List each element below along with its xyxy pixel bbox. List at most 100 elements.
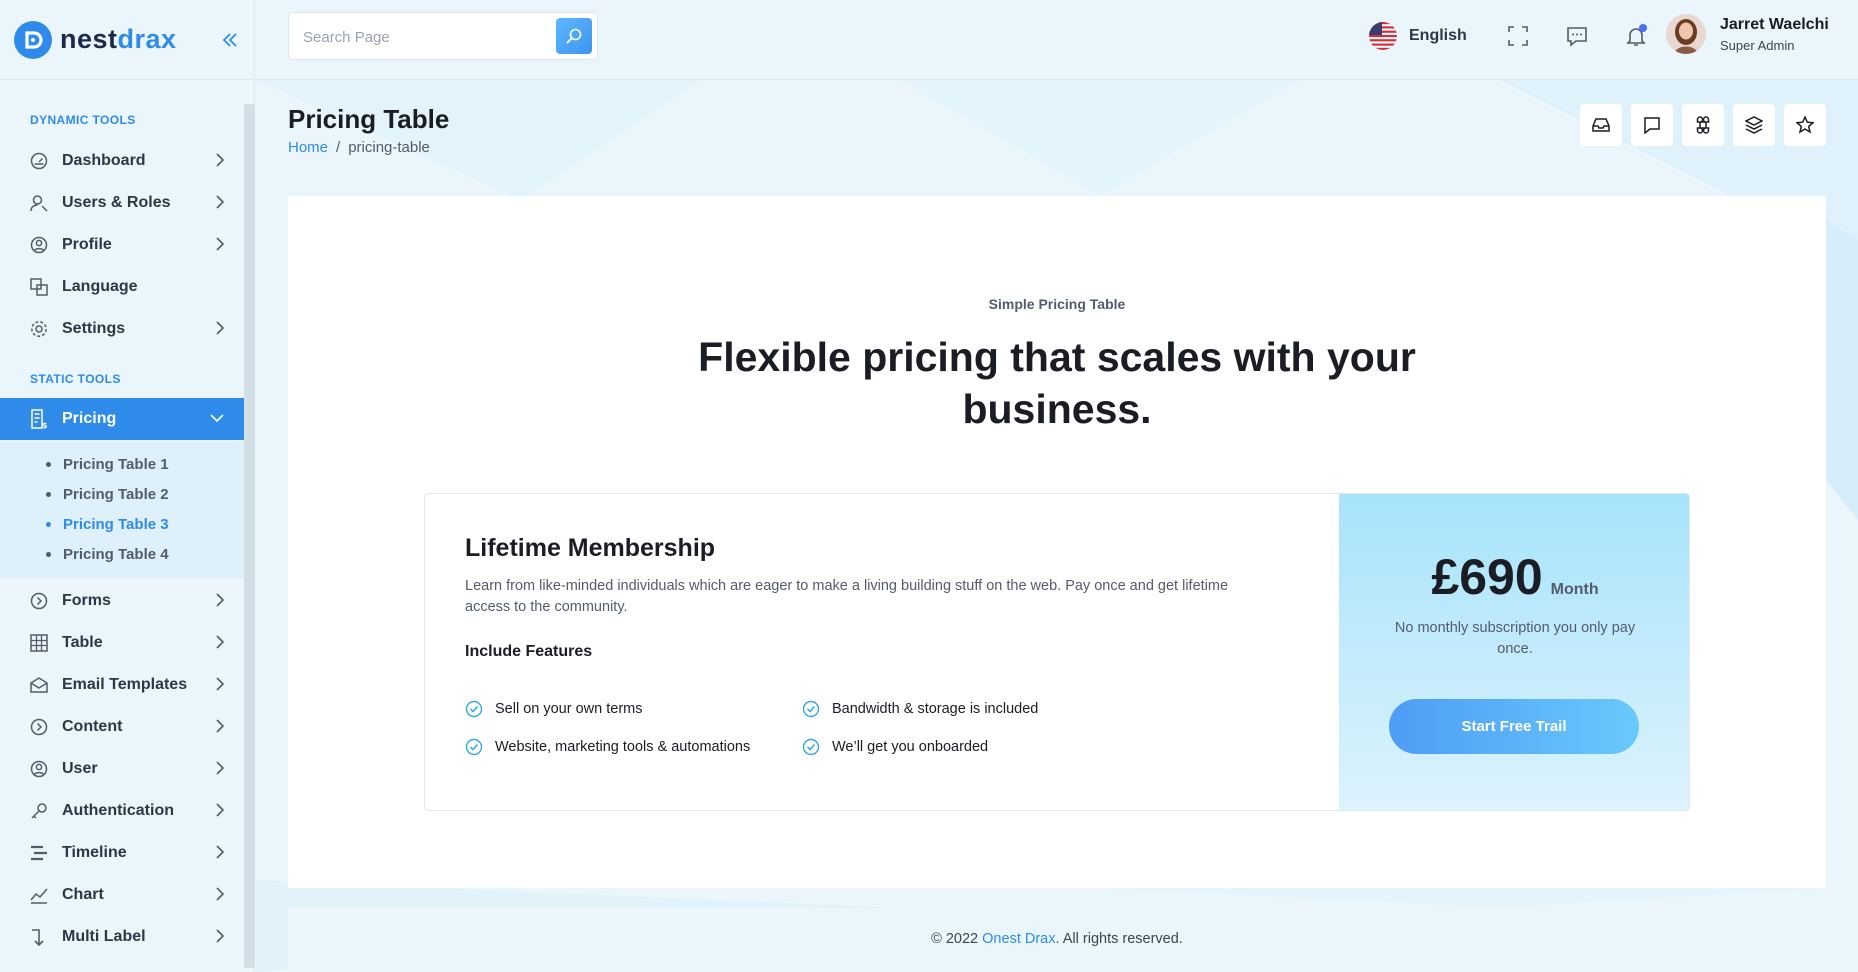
sidebar-item-content[interactable]: Content	[0, 706, 244, 748]
sidebar-item-forms[interactable]: Forms	[0, 580, 244, 622]
sidebar-item-label: Content	[62, 718, 123, 735]
chevron-circle-icon	[28, 716, 50, 738]
sidebar-item-label: Pricing	[62, 410, 117, 427]
features-title: Include Features	[465, 643, 593, 660]
chevron-right-icon	[216, 195, 224, 209]
plan-description: Learn from like-minded individuals which…	[465, 578, 1229, 615]
collapse-sidebar-button[interactable]	[220, 28, 240, 52]
chart-icon	[28, 884, 50, 906]
sidebar-item-dashboard[interactable]: Dashboard	[0, 140, 244, 182]
chevron-right-icon	[216, 719, 224, 733]
price-period: Month	[1550, 581, 1599, 598]
sidebar-item-profile[interactable]: Profile	[0, 224, 244, 266]
sidebar-item-table[interactable]: Table	[0, 622, 244, 664]
sidebar-item-settings[interactable]: Settings	[0, 308, 244, 350]
inbox-button[interactable]	[1580, 104, 1622, 146]
feature-item: Website, marketing tools & automations	[465, 738, 750, 756]
gear-icon	[28, 318, 50, 340]
feature-item: Bandwidth & storage is included	[802, 700, 1038, 718]
language-selector[interactable]: English	[1369, 22, 1467, 50]
search-input[interactable]	[303, 25, 543, 49]
sidebar-item-label: Users & Roles	[62, 194, 171, 211]
star-icon	[1796, 116, 1814, 134]
breadcrumb-home-link[interactable]: Home	[288, 139, 328, 156]
pricing-card: Simple Pricing Table Flexible pricing th…	[288, 196, 1826, 888]
sidebar-item-email-templates[interactable]: Email Templates	[0, 664, 244, 706]
comment-button[interactable]	[1631, 104, 1673, 146]
comment-icon	[1644, 117, 1660, 134]
plan-details: Lifetime Membership Learn from like-mind…	[425, 494, 1339, 810]
notifications-button[interactable]	[1622, 22, 1650, 50]
double-chevron-left-icon	[222, 33, 237, 47]
topbar: English Jarret Waelchi Super Admin	[256, 0, 1858, 80]
sidebar: nestdrax DYNAMIC TOOLS Dashboard Users &…	[0, 0, 255, 972]
feature-item: We’ll get you onboarded	[802, 738, 988, 756]
sidebar-item-timeline[interactable]: Timeline	[0, 832, 244, 874]
price-note: No monthly subscription you only pay onc…	[1394, 620, 1636, 657]
layers-button[interactable]	[1733, 104, 1775, 146]
start-free-trial-button[interactable]: Start Free Trail	[1389, 699, 1639, 754]
favorite-button[interactable]	[1784, 104, 1826, 146]
fullscreen-button[interactable]	[1504, 22, 1532, 50]
chevron-right-icon	[216, 677, 224, 691]
language-label: English	[1409, 27, 1467, 44]
page-title: Pricing Table	[288, 104, 450, 134]
sidebar-item-users-roles[interactable]: Users & Roles	[0, 182, 244, 224]
command-icon	[1696, 116, 1710, 134]
us-flag-icon	[1369, 22, 1397, 50]
sidebar-item-label: Timeline	[62, 844, 127, 861]
sidebar-item-label: Language	[62, 278, 138, 295]
chevron-right-icon	[216, 887, 224, 901]
chevron-circle-icon	[28, 590, 50, 612]
mail-icon	[28, 674, 50, 696]
svg-text:$: $	[42, 421, 48, 429]
logo[interactable]: nestdrax	[0, 0, 254, 80]
check-circle-icon	[465, 738, 483, 756]
pricing-submenu: Pricing Table 1 Pricing Table 2 Pricing …	[0, 442, 244, 578]
user-roles-icon	[28, 192, 50, 214]
price-row: £690 Month	[1339, 548, 1689, 606]
chevron-down-icon	[210, 414, 224, 422]
sidebar-item-language[interactable]: Language	[0, 266, 244, 308]
check-circle-icon	[465, 700, 483, 718]
user-menu[interactable]: Jarret Waelchi Super Admin	[1666, 14, 1829, 54]
price-amount: £690	[1431, 549, 1543, 605]
breadcrumb-current: pricing-table	[348, 139, 430, 156]
chevron-right-icon	[216, 635, 224, 649]
messages-button[interactable]	[1563, 22, 1591, 50]
section-dynamic-tools: DYNAMIC TOOLS	[30, 113, 136, 127]
feature-item: Sell on your own terms	[465, 700, 642, 718]
search-box	[288, 12, 598, 60]
sidebar-item-label: Authentication	[62, 802, 174, 819]
submenu-item-pricing-table-2[interactable]: Pricing Table 2	[46, 486, 169, 503]
avatar	[1666, 14, 1706, 54]
footer-brand-link[interactable]: Onest Drax	[982, 931, 1055, 947]
chevron-right-icon	[216, 803, 224, 817]
breadcrumb-separator: /	[336, 139, 341, 156]
sidebar-item-label: Settings	[62, 320, 126, 337]
search-button[interactable]	[556, 18, 592, 54]
chevron-right-icon	[216, 845, 224, 859]
submenu-item-pricing-table-1[interactable]: Pricing Table 1	[46, 456, 169, 473]
chat-icon	[1567, 27, 1587, 47]
chevron-right-icon	[216, 929, 224, 943]
sidebar-item-multi-label[interactable]: Multi Label	[0, 916, 244, 958]
sidebar-item-label: Chart	[62, 886, 104, 903]
sidebar-item-pricing[interactable]: $ Pricing	[0, 398, 244, 440]
pricing-headline: Flexible pricing that scales with your b…	[698, 334, 1416, 432]
sidebar-scrollbar[interactable]	[244, 104, 255, 968]
user-name: Jarret Waelchi	[1720, 15, 1829, 33]
chevron-right-icon	[216, 761, 224, 775]
grid-icon	[28, 632, 50, 654]
command-button[interactable]	[1682, 104, 1724, 146]
profile-icon	[28, 234, 50, 256]
submenu-item-pricing-table-3[interactable]: Pricing Table 3	[46, 516, 169, 533]
translate-icon	[28, 276, 50, 298]
sidebar-item-user[interactable]: User	[0, 748, 244, 790]
corner-down-icon	[28, 926, 50, 948]
sidebar-item-chart[interactable]: Chart	[0, 874, 244, 916]
sidebar-item-authentication[interactable]: Authentication	[0, 790, 244, 832]
submenu-item-pricing-table-4[interactable]: Pricing Table 4	[46, 546, 169, 563]
logo-mark-icon	[14, 20, 52, 59]
sidebar-item-label: Forms	[62, 592, 111, 609]
